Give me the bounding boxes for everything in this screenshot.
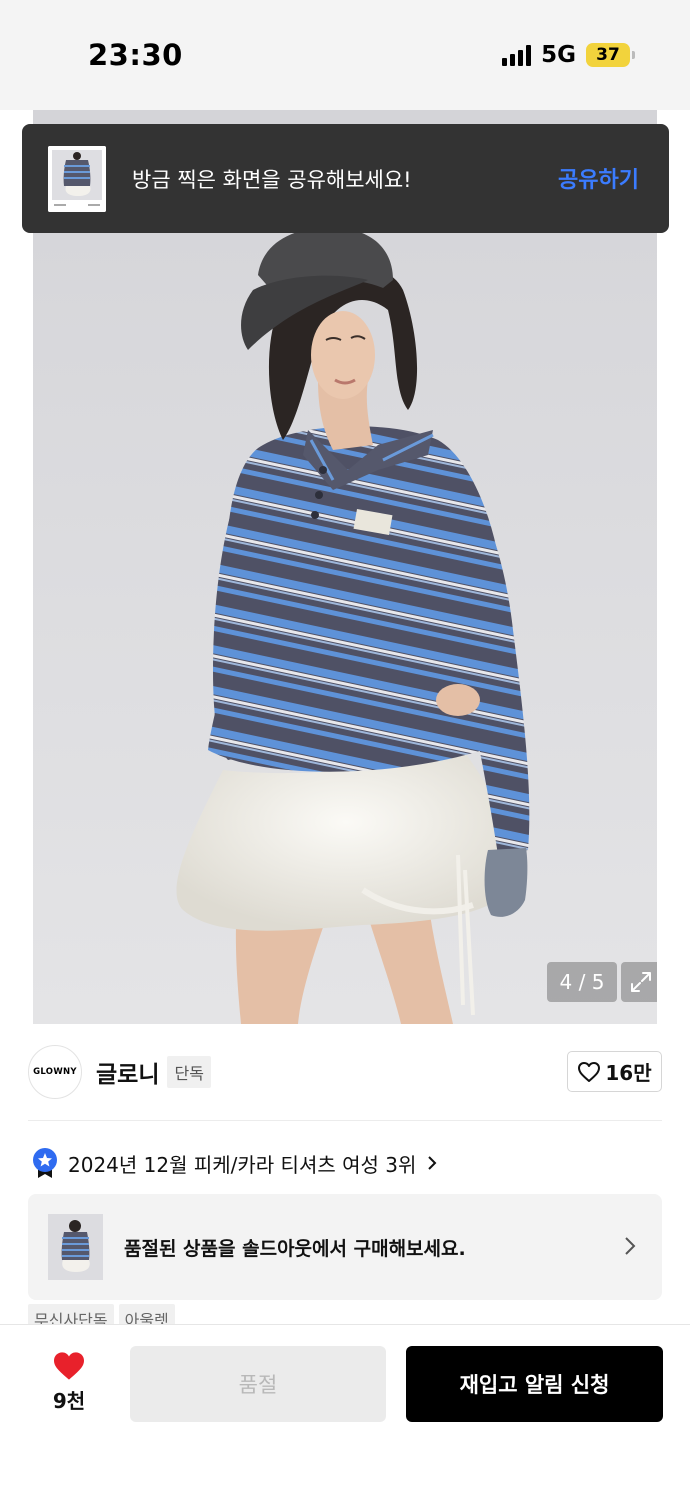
brand-row: GLOWNY 글로니 단독 16만 — [28, 1044, 662, 1100]
ranking-medal-icon — [33, 1148, 57, 1178]
product-image[interactable]: 4 / 5 — [33, 110, 657, 1024]
chevron-right-icon — [625, 1237, 636, 1255]
brand-like-count: 16만 — [605, 1061, 652, 1085]
battery-level: 37 — [596, 45, 620, 65]
share-action-button[interactable]: 공유하기 — [558, 162, 639, 194]
chevron-right-icon — [428, 1156, 437, 1170]
product-photo — [176, 227, 530, 1024]
network-type: 5G — [541, 42, 576, 68]
share-toast-message: 방금 찍은 화면을 공유해보세요! — [132, 167, 412, 192]
bottom-action-bar: 9천 품절 재입고 알림 신청 — [0, 1324, 690, 1500]
ranking-link[interactable]: 2024년 12월 피케/카라 티셔츠 여성 3위 — [32, 1147, 438, 1179]
screenshot-thumbnail-image — [48, 145, 106, 212]
promo-product-image — [48, 1214, 103, 1280]
expand-icon — [631, 972, 651, 992]
promo-product-thumbnail — [48, 1214, 103, 1280]
divider — [28, 1120, 662, 1121]
image-counter: 4 / 5 — [547, 962, 617, 1002]
brand-logo[interactable]: GLOWNY — [28, 1045, 82, 1099]
battery-icon: 37 — [586, 43, 635, 67]
expand-button[interactable] — [621, 962, 657, 1002]
wishlist-button[interactable]: 9천 — [38, 1351, 100, 1414]
ranking-text: 2024년 12월 피케/카라 티셔츠 여성 3위 — [68, 1152, 417, 1177]
restock-alert-button[interactable]: 재입고 알림 신청 — [406, 1346, 663, 1422]
status-indicators: 5G 37 — [502, 42, 635, 68]
brand-name[interactable]: 글로니 — [96, 1055, 159, 1089]
heart-outline-icon — [578, 1061, 601, 1082]
status-bar: 23:30 5G 37 — [0, 0, 690, 110]
status-time: 23:30 — [88, 38, 183, 72]
promo-text: 품절된 상품을 솔드아웃에서 구매해보세요. — [124, 1237, 466, 1260]
exclusive-badge: 단독 — [167, 1056, 211, 1088]
screenshot-thumbnail[interactable] — [48, 145, 106, 212]
soldout-button[interactable]: 품절 — [130, 1346, 386, 1422]
brand-like-button[interactable]: 16만 — [567, 1051, 662, 1092]
heart-filled-icon — [54, 1352, 84, 1380]
wishlist-count: 9천 — [52, 1389, 86, 1413]
screenshot-share-toast[interactable]: 방금 찍은 화면을 공유해보세요! 공유하기 — [22, 124, 669, 233]
signal-strength-icon — [502, 44, 532, 66]
soldout-promo-card[interactable]: 품절된 상품을 솔드아웃에서 구매해보세요. — [28, 1194, 662, 1300]
